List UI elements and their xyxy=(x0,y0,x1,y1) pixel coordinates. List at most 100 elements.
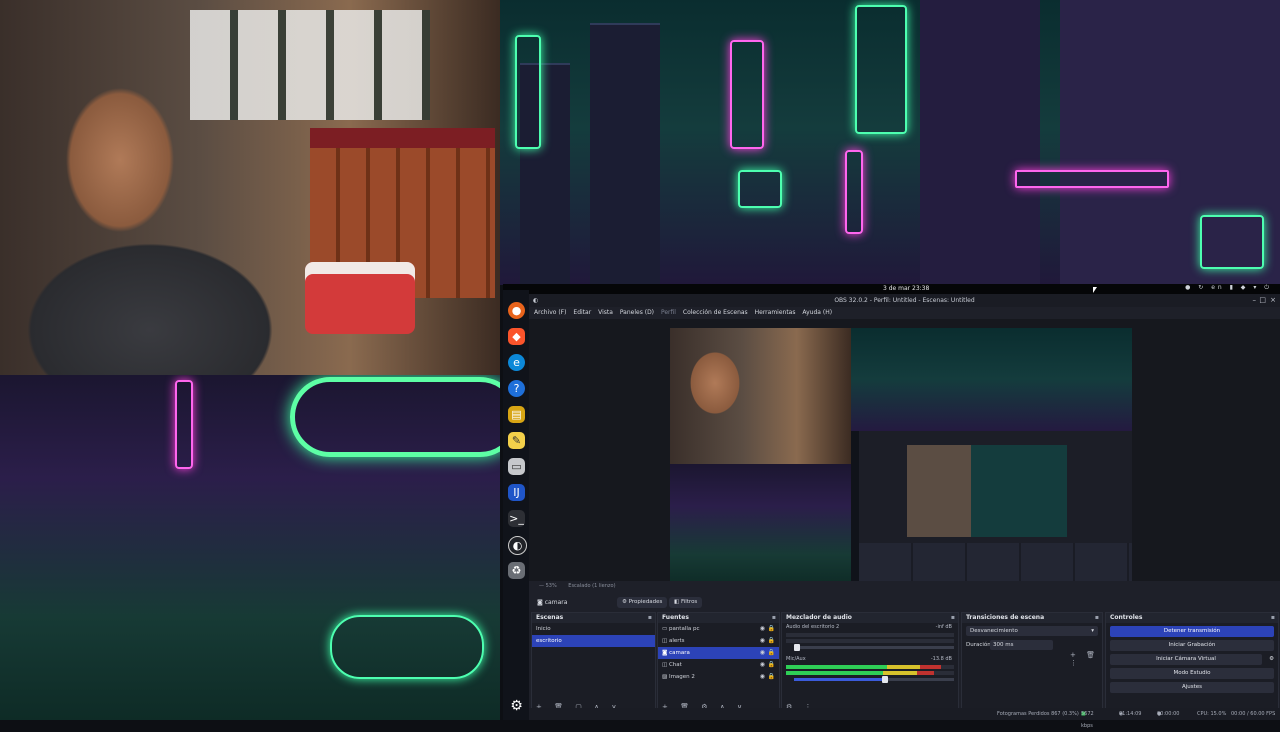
neon-street-wallpaper xyxy=(0,375,500,720)
lock-icon[interactable]: 🔒 xyxy=(768,659,775,671)
scaling-mode[interactable]: Escalado (1 lienzo) xyxy=(568,583,615,589)
help-icon[interactable]: ? xyxy=(508,380,525,397)
source-item[interactable]: ▨ Imagen 2 ◉ 🔒 xyxy=(658,671,779,683)
maximize-icon[interactable]: □ xyxy=(1259,294,1266,307)
panel-menu-icon[interactable]: ▪ xyxy=(951,613,955,623)
menu-vista[interactable]: Vista xyxy=(598,307,613,318)
files-icon[interactable]: ▭ xyxy=(508,458,525,475)
language-indicator[interactable]: en xyxy=(1211,284,1225,291)
archive-icon[interactable]: ▤ xyxy=(508,406,525,423)
panel-menu-icon[interactable]: ▪ xyxy=(1271,613,1275,623)
eye-icon[interactable]: ◉ xyxy=(760,659,765,671)
firefox-icon[interactable]: ● xyxy=(508,302,525,319)
panel-menu-icon[interactable]: ▪ xyxy=(1095,613,1099,623)
neon-sign xyxy=(738,170,782,208)
menu-herramientas[interactable]: Herramientas xyxy=(755,307,796,318)
menu-archivo[interactable]: Archivo (F) xyxy=(534,307,566,318)
app-grid-icon[interactable]: ⚙ xyxy=(508,698,525,715)
scene-preview[interactable] xyxy=(670,328,1132,585)
source-item[interactable]: ◙ camara ◉ 🔒 xyxy=(658,647,779,659)
eye-icon[interactable]: ◉ xyxy=(760,635,765,647)
nested-dock xyxy=(851,431,859,585)
settings-button[interactable]: Ajustes xyxy=(1110,682,1274,693)
menu-ayuda[interactable]: Ayuda (H) xyxy=(802,307,832,318)
terminal-icon[interactable]: >_ xyxy=(508,510,525,527)
neon-sign xyxy=(1200,215,1264,269)
scenes-panel: Escenas ▪ Inicio escritorio + 🗑 ▢ ∧ ∨ xyxy=(531,612,656,714)
lock-icon[interactable]: 🔒 xyxy=(768,635,775,647)
duration-row: Duración 300 ms xyxy=(962,639,1102,651)
app-dock: ● ◆ e ? ▤ ✎ ▭ IJ >_ ◐ ♻ ⚙ xyxy=(503,290,529,720)
volume-slider[interactable] xyxy=(794,644,954,651)
volume-slider[interactable] xyxy=(794,676,954,683)
obs-window: ◐ OBS 32.0.2 - Perfil: Untitled - Escena… xyxy=(529,294,1280,729)
preview-camera-source xyxy=(670,328,851,464)
edge-icon[interactable]: e xyxy=(508,354,525,371)
controls-panel: Controles ▪ Detener transmisión Iniciar G… xyxy=(1105,612,1279,714)
obs-logo-icon: ◐ xyxy=(533,297,539,304)
duration-input[interactable]: 300 ms xyxy=(990,640,1053,650)
system-tray[interactable]: ● ↻ en ▮ ◆ ▾ ⏻ xyxy=(1185,284,1272,292)
preview-city-source xyxy=(851,328,1132,431)
lock-icon[interactable]: 🔒 xyxy=(768,647,775,659)
eye-icon[interactable]: ◉ xyxy=(760,647,765,659)
volume-knob[interactable] xyxy=(882,676,888,683)
virtual-camera-button[interactable]: Iniciar Cámara Virtual ⚙ xyxy=(1110,654,1274,665)
menu-coleccion[interactable]: Colección de Escenas xyxy=(683,307,748,318)
mixer-header: Mezclador de audio ▪ xyxy=(782,613,958,623)
properties-button[interactable]: ⚙ Propiedades xyxy=(617,597,668,608)
source-item[interactable]: ◫ Chat ◉ 🔒 xyxy=(658,659,779,671)
scene-item[interactable]: Inicio xyxy=(532,623,655,635)
cpu-usage: CPU: 15.0% xyxy=(1197,711,1227,717)
sources-header: Fuentes ▪ xyxy=(658,613,779,623)
studio-mode-button[interactable]: Modo Estudio xyxy=(1110,668,1274,679)
eye-icon[interactable]: ◉ xyxy=(760,671,765,683)
filters-button[interactable]: ◧ Filtros xyxy=(669,597,703,608)
neon-sign xyxy=(1015,170,1169,188)
transition-select[interactable]: Desvanecimiento ▾ xyxy=(966,626,1098,636)
eye-icon[interactable]: ◉ xyxy=(760,623,765,635)
lock-icon[interactable]: 🔒 xyxy=(768,671,775,683)
controls-header: Controles ▪ xyxy=(1106,613,1278,623)
preview-street-source xyxy=(670,464,851,585)
preview-status-strip: — 53% Escalado (1 lienzo) xyxy=(529,581,1280,591)
transitions-panel: Transiciones de escena ▪ Desvanecimiento ▾… xyxy=(961,612,1103,714)
menu-editar[interactable]: Editar xyxy=(573,307,591,318)
menu-bar: Archivo (F) Editar Vista Paneles (D) Per… xyxy=(529,307,1280,318)
panel-menu-icon[interactable]: ▪ xyxy=(648,613,652,623)
lock-icon[interactable]: 🔒 xyxy=(768,623,775,635)
nested-preview xyxy=(907,445,1067,537)
building xyxy=(920,0,1040,285)
brave-icon[interactable]: ◆ xyxy=(508,328,525,345)
clock[interactable]: 3 de mar 23:38 xyxy=(883,285,929,292)
source-item[interactable]: ▭ pantalla pc ◉ 🔒 xyxy=(658,623,779,635)
volume-knob[interactable] xyxy=(794,644,800,651)
window-titlebar: ◐ OBS 32.0.2 - Perfil: Untitled - Escena… xyxy=(529,294,1280,307)
transitions-header: Transiciones de escena ▪ xyxy=(962,613,1102,623)
start-recording-button[interactable]: Iniciar Grabación xyxy=(1110,640,1274,651)
close-icon[interactable]: × xyxy=(1270,294,1276,307)
panel-menu-icon[interactable]: ▪ xyxy=(772,613,776,623)
neon-sign xyxy=(845,150,863,234)
intellij-icon[interactable]: IJ xyxy=(508,484,525,501)
zoom-level[interactable]: — 53% xyxy=(539,583,557,589)
notes-icon[interactable]: ✎ xyxy=(508,432,525,449)
preview-canvas-area[interactable] xyxy=(529,319,1280,585)
neon-sign xyxy=(290,377,500,457)
stop-stream-button[interactable]: Detener transmisión xyxy=(1110,626,1274,637)
gear-icon[interactable]: ⚙ xyxy=(1269,654,1274,665)
sources-panel: Fuentes ▪ ▭ pantalla pc ◉ 🔒 ◫ alerts ◉ 🔒 ◙ ca… xyxy=(657,612,780,714)
menu-perfil[interactable]: Perfil xyxy=(661,307,676,318)
camera-icon: ◙ xyxy=(537,599,543,606)
menu-paneles[interactable]: Paneles (D) xyxy=(620,307,654,318)
scene-item[interactable]: escritorio xyxy=(532,635,655,647)
source-toolbar: ◙ camara ⚙ Propiedades ◧ Filtros xyxy=(529,595,1280,610)
recycle-bin-icon[interactable]: ♻ xyxy=(508,562,525,579)
source-item[interactable]: ◫ alerts ◉ 🔒 xyxy=(658,635,779,647)
neon-sign xyxy=(730,40,764,149)
neon-sign xyxy=(175,380,193,469)
transition-tools[interactable]: + 🗑 ⋮ xyxy=(962,651,1102,667)
minimize-icon[interactable]: – xyxy=(1253,294,1257,307)
obs-icon[interactable]: ◐ xyxy=(508,536,527,555)
volume-meter xyxy=(786,639,954,643)
